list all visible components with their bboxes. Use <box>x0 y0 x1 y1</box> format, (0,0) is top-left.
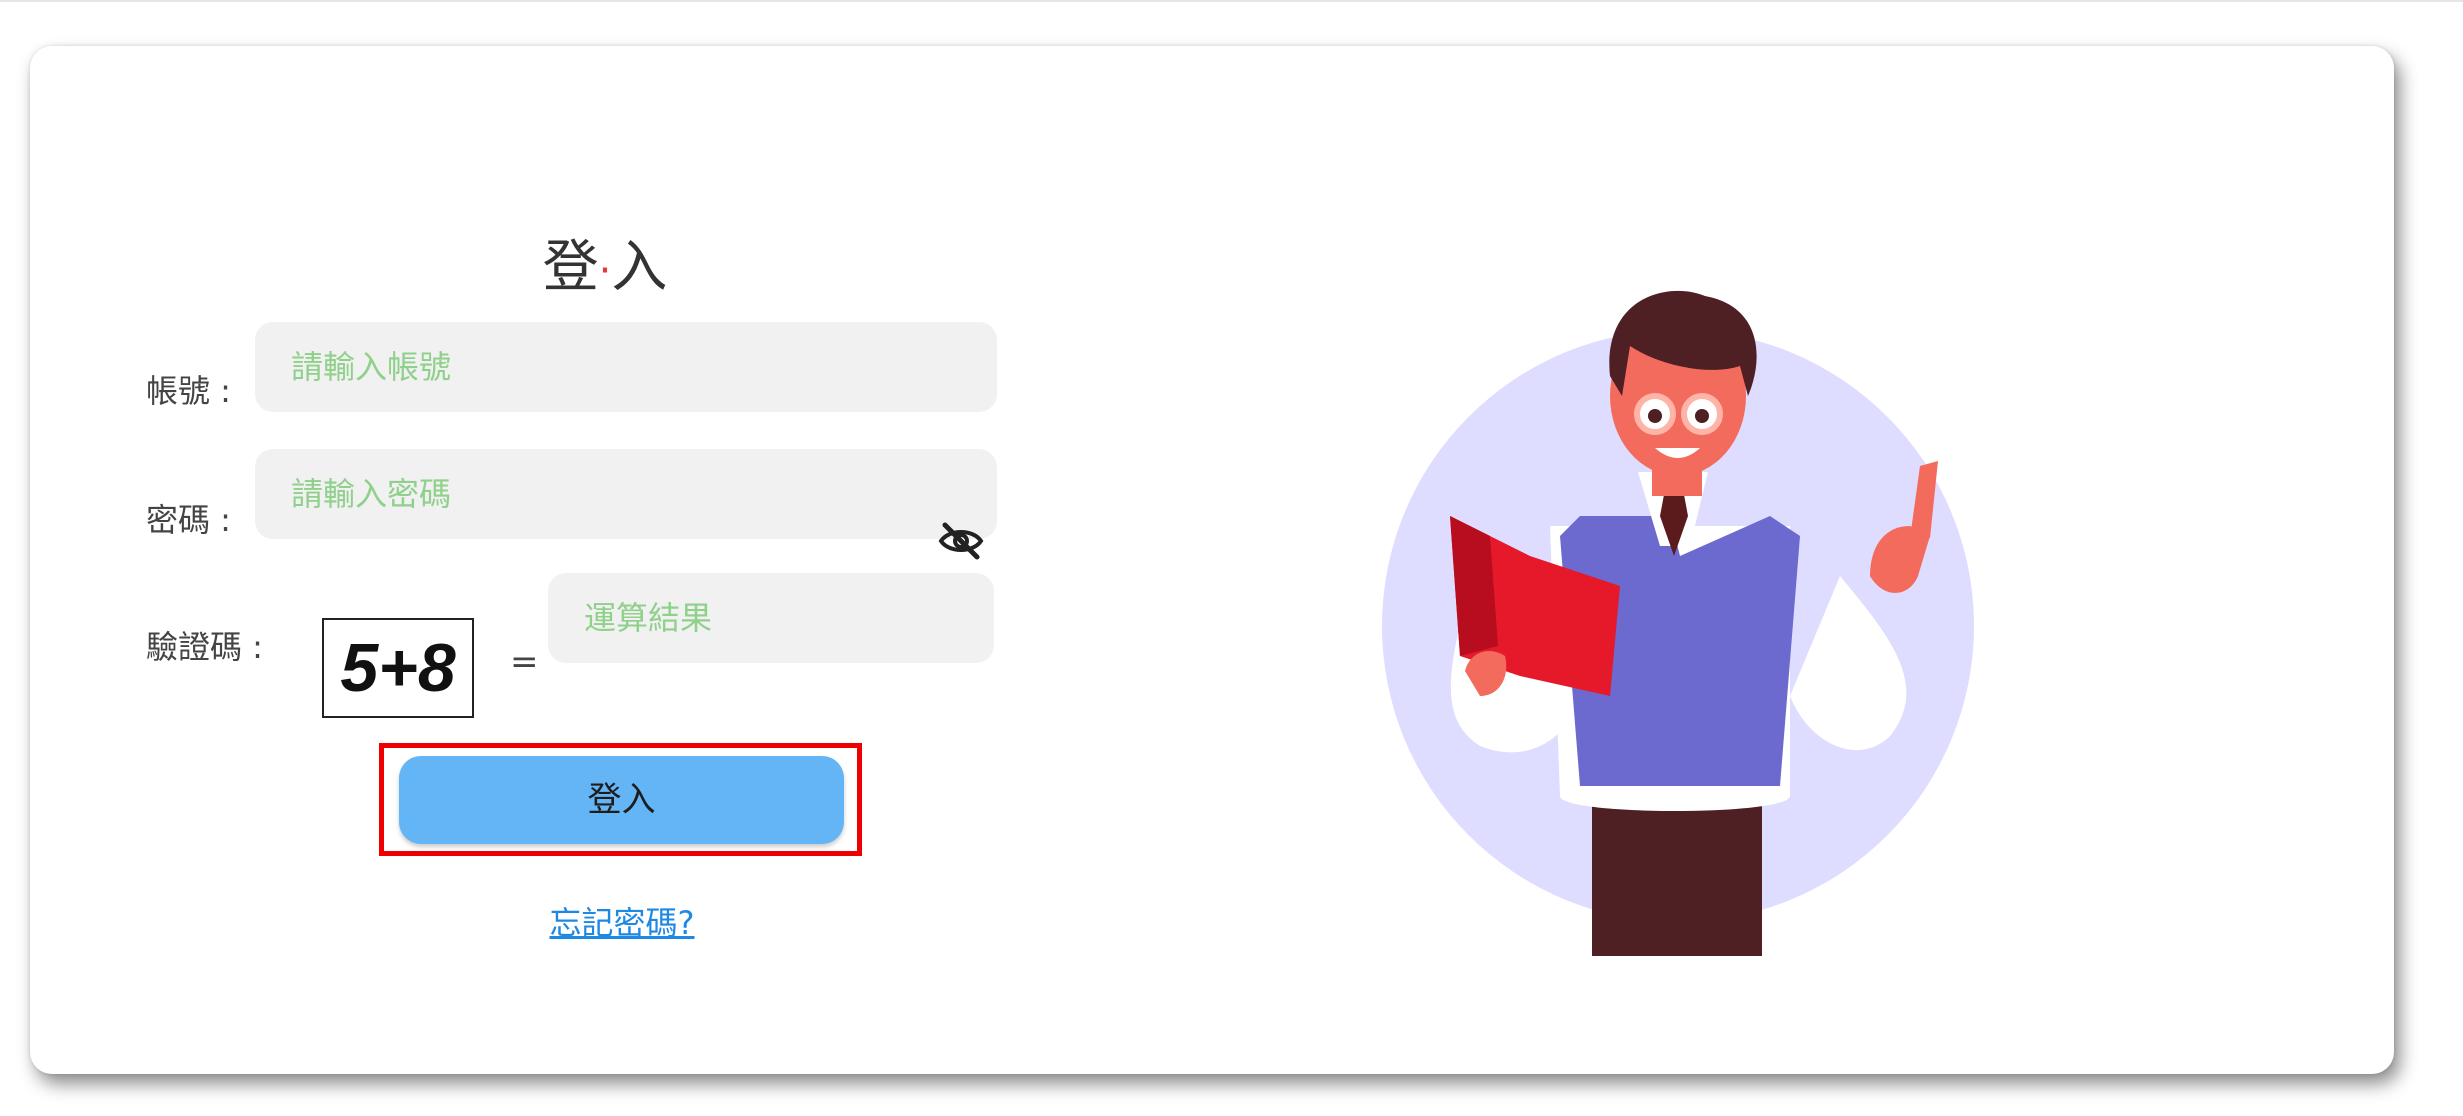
top-border <box>0 0 2463 2</box>
captcha-answer-input[interactable] <box>548 573 994 663</box>
account-input[interactable] <box>255 322 997 412</box>
equals-sign: = <box>510 642 539 682</box>
password-input[interactable] <box>255 449 997 539</box>
page-title: 登·入 <box>30 222 1180 303</box>
title-part: 登 <box>542 235 599 300</box>
password-label: 密碼 : <box>146 501 231 539</box>
title-dot: · <box>598 247 612 294</box>
login-card: 登·入 帳號 : 密碼 : 驗證碼 : 5+8 = 登入 忘記密碼? <box>30 46 2394 1074</box>
teacher-illustration <box>1382 290 1974 956</box>
captcha-label: 驗證碼 : <box>146 628 263 666</box>
forgot-password-link[interactable]: 忘記密碼? <box>30 898 1214 944</box>
account-label: 帳號 : <box>146 372 231 410</box>
eye-slash-icon[interactable] <box>937 519 985 563</box>
login-button[interactable]: 登入 <box>399 756 844 844</box>
title-part: 入 <box>611 235 668 300</box>
captcha-image: 5+8 <box>322 618 474 718</box>
